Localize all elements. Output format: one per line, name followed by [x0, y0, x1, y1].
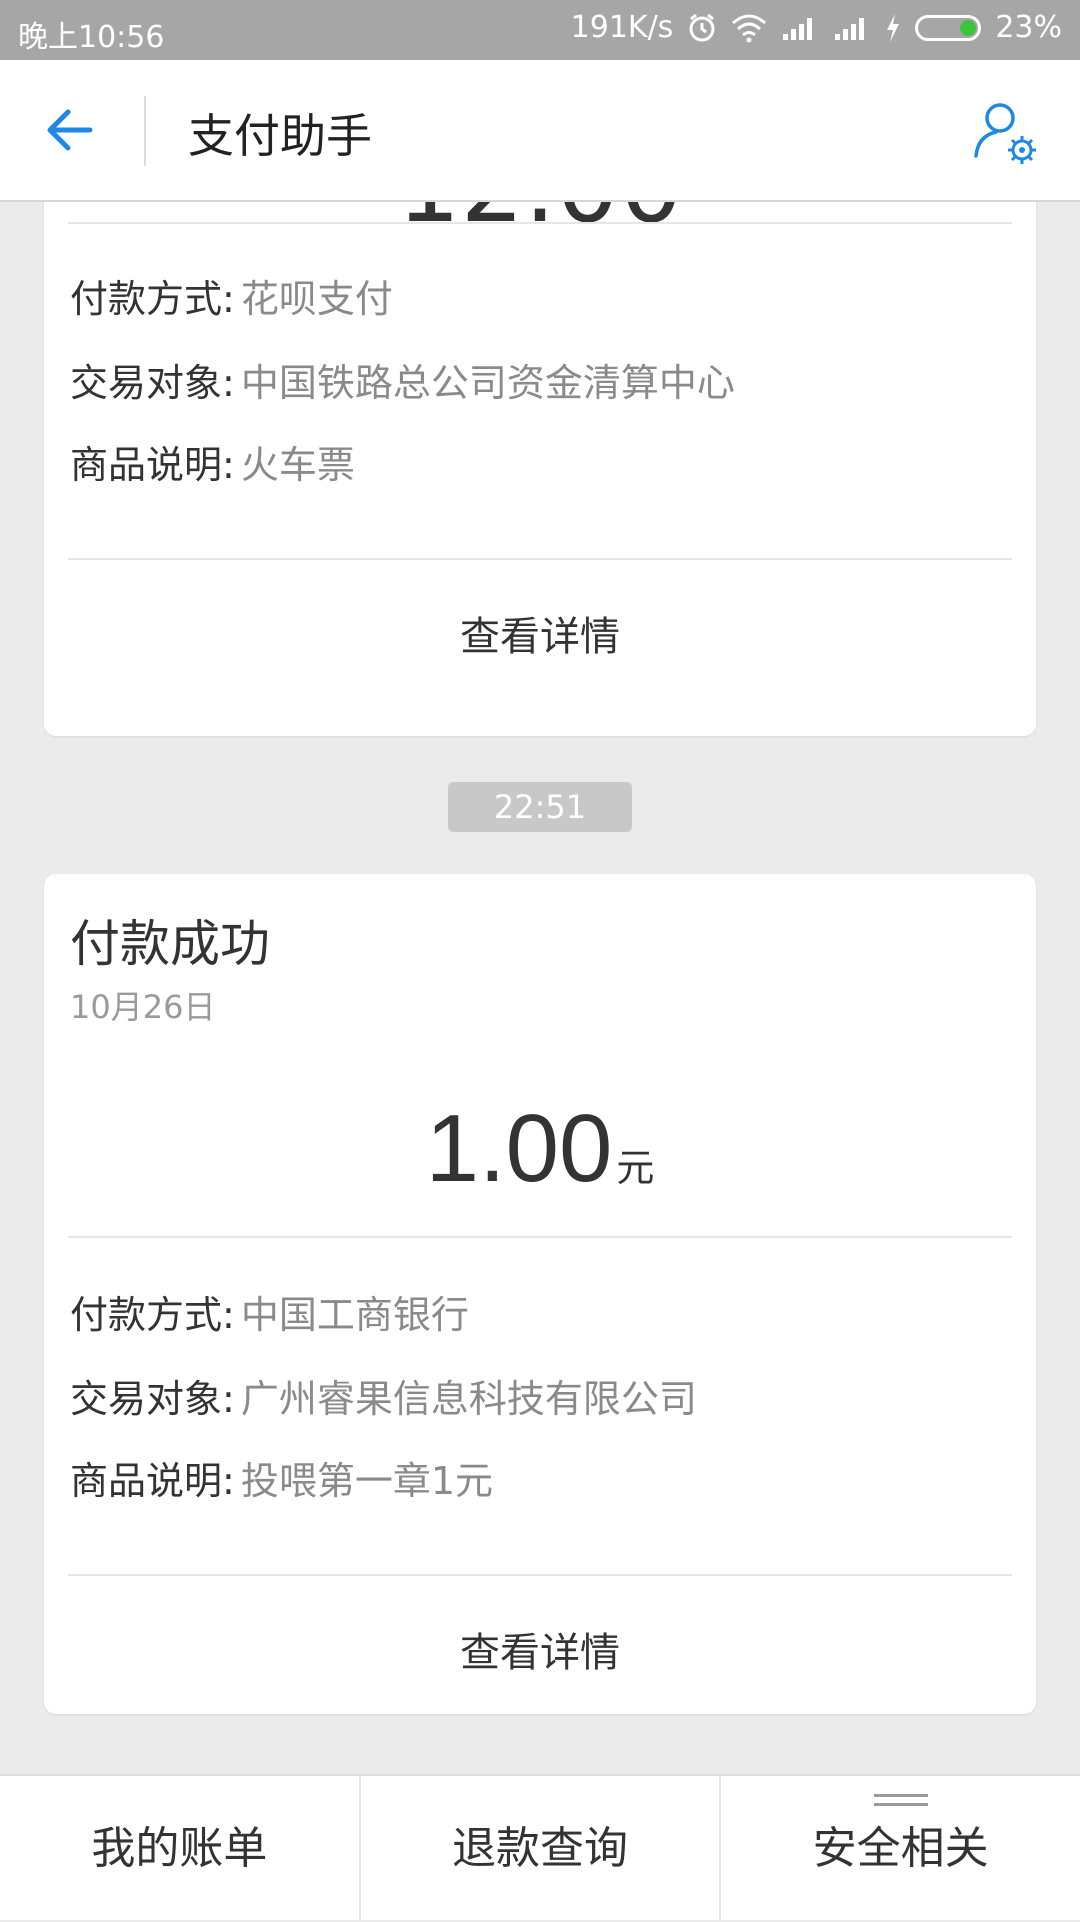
signal-icon-2 [835, 17, 865, 40]
card-divider [68, 1574, 1012, 1576]
time-separator: 22:51 [448, 782, 632, 832]
status-right: 191K/s 23% [571, 10, 1062, 45]
card-title: 付款成功 [70, 915, 270, 973]
user-settings-icon [974, 103, 1036, 164]
view-details-link[interactable]: 查看详情 [44, 604, 1036, 662]
nav-security[interactable]: 安全相关 [719, 1776, 1080, 1920]
nav-my-bills[interactable]: 我的账单 [0, 1776, 359, 1920]
amount-display: 1.00 元 [44, 1094, 1036, 1204]
app-header: 支付助手 [0, 60, 1080, 202]
row-value: 火车票 [240, 443, 355, 487]
row-value: 中国铁路总公司资金清算中心 [240, 361, 735, 405]
row-label: 交易对象: [70, 1377, 235, 1421]
row-label: 交易对象: [70, 361, 235, 405]
back-button[interactable] [40, 100, 110, 160]
product-row: 商品说明: 火车票 [70, 434, 355, 489]
card-divider [68, 222, 1012, 224]
row-value: 广州睿果信息科技有限公司 [240, 1377, 697, 1421]
message-list[interactable]: 12.00 付款方式:花呗支付 交易对象:中国铁路总公司资金清算中心 商品说明:… [0, 202, 1080, 1774]
bottom-nav: 我的账单 退款查询 安全相关 [0, 1774, 1080, 1920]
counterparty-row: 交易对象: 中国铁路总公司资金清算中心 [70, 352, 735, 407]
payment-card: 12.00 付款方式:花呗支付 交易对象:中国铁路总公司资金清算中心 商品说明:… [44, 202, 1036, 736]
charging-icon [887, 13, 900, 42]
row-label: 付款方式: [70, 1293, 235, 1337]
status-time: 晚上10:56 [18, 20, 165, 55]
row-label: 商品说明: [70, 1459, 235, 1503]
alarm-icon [689, 13, 715, 41]
wifi-icon [732, 14, 767, 42]
nav-refund-query[interactable]: 退款查询 [358, 1776, 720, 1920]
battery-level: 23% [995, 10, 1062, 45]
row-label: 商品说明: [70, 443, 235, 487]
row-value: 花呗支付 [240, 277, 393, 321]
row-value: 投喂第一章1元 [240, 1459, 493, 1503]
battery-icon [915, 14, 982, 41]
row-value: 中国工商银行 [240, 1293, 469, 1337]
payment-method-row: 付款方式: 花呗支付 [70, 268, 393, 323]
view-details-link[interactable]: 查看详情 [44, 1620, 1036, 1678]
header-divider [144, 96, 146, 166]
payment-method-row: 付款方式: 中国工商银行 [70, 1284, 469, 1339]
status-bar: 晚上10:56 191K/s 23% [0, 0, 1080, 60]
row-label: 付款方式: [70, 277, 235, 321]
amount-unit: 元 [616, 1146, 655, 1190]
menu-icon [873, 1794, 928, 1810]
card-divider [68, 1236, 1012, 1238]
page-title: 支付助手 [188, 109, 372, 163]
card-date: 10月26日 [70, 988, 216, 1026]
network-speed: 191K/s [570, 10, 674, 45]
product-row: 商品说明: 投喂第一章1元 [70, 1450, 493, 1505]
signal-icon-1 [783, 17, 813, 40]
arrow-left-icon [47, 109, 93, 151]
amount-value: 1.00 [425, 1095, 613, 1202]
nav-label: 安全相关 [812, 1823, 989, 1874]
payment-card: 付款成功 10月26日 1.00 元 付款方式: 中国工商银行 交易对象: 广州睿果信… [44, 874, 1036, 1714]
card-divider [68, 558, 1012, 560]
user-settings-button[interactable] [970, 98, 1042, 170]
counterparty-row: 交易对象: 广州睿果信息科技有限公司 [70, 1368, 697, 1423]
